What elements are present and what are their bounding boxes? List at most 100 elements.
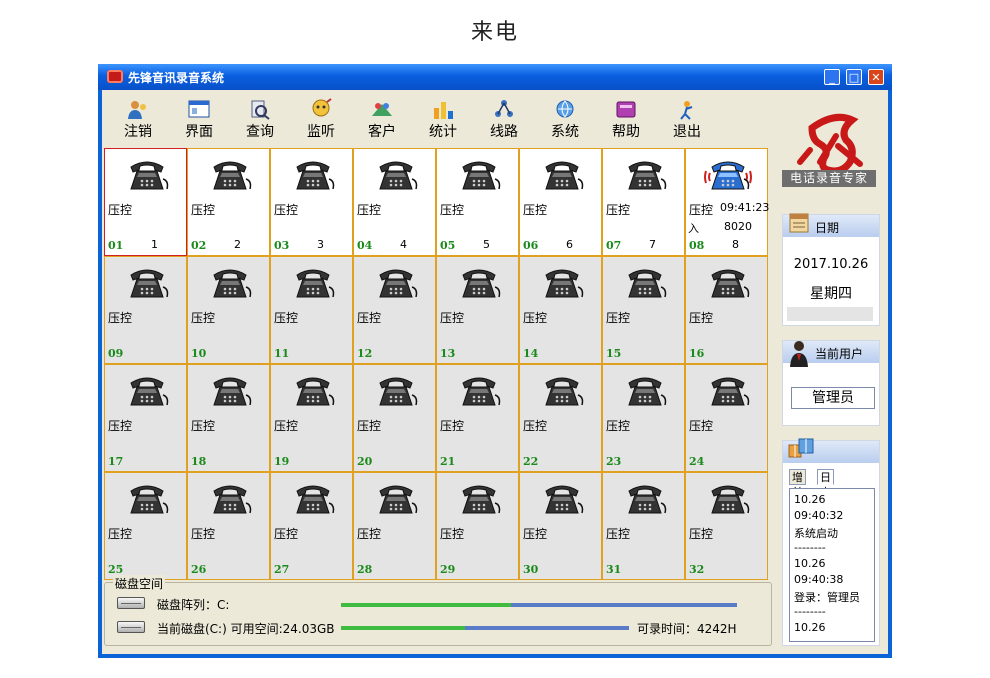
telephone-icon xyxy=(462,377,501,406)
channel-extension: 19 xyxy=(274,455,290,468)
telephone-icon xyxy=(711,269,750,298)
channel-line-number: 1 xyxy=(151,238,158,251)
channel-cell-28[interactable]: 压控 28 xyxy=(353,472,436,580)
channel-state: 压控 xyxy=(274,203,299,217)
title-bar[interactable]: 先锋音讯录音系统 _ □ ✕ xyxy=(98,64,892,90)
log-entry: 09:40:32 xyxy=(794,509,844,522)
logo-caption: 电话录音专家 xyxy=(782,170,876,187)
client-area: 注销 界面 查询 监听 客户 统计 线路 系统 帮助 退出 压控 01 1 压控 02 2 压控 03 3 压控 04… xyxy=(102,90,888,654)
disk-space-legend: 磁盘空间 xyxy=(113,575,166,592)
channel-cell-09[interactable]: 压控 09 xyxy=(104,256,187,364)
page-heading: 来电 xyxy=(470,20,519,45)
toolbar-button-interface[interactable]: 界面 xyxy=(169,98,229,141)
toolbar-button-exit[interactable]: 退出 xyxy=(657,98,717,141)
channel-cell-01[interactable]: 压控 01 1 xyxy=(104,148,187,256)
channel-cell-08[interactable]: 压控 08 8 09:41:23 入 8020 xyxy=(685,148,769,256)
toolbar-label: 帮助 xyxy=(612,124,640,140)
toolbar-button-monitor[interactable]: 监听 xyxy=(291,98,351,141)
log-list[interactable]: 10.26 09:40:32 系统启动 -------- 10.26 09:40:38 登录… xyxy=(789,488,875,642)
channel-line-number: 7 xyxy=(649,238,656,251)
channel-cell-24[interactable]: 压控 24 xyxy=(685,364,768,472)
app-window: 先锋音讯录音系统 _ □ ✕ 注销 界面 查询 监听 客户 统计 线路 系统 帮助 退出 压控 01… xyxy=(98,64,892,658)
channel-state: 压控 xyxy=(606,527,631,541)
channel-cell-15[interactable]: 压控 15 xyxy=(602,256,685,364)
current-weekday: 星期四 xyxy=(810,286,852,302)
toolbar-button-help[interactable]: 帮助 xyxy=(596,98,656,141)
toolbar-button-line[interactable]: 线路 xyxy=(474,98,534,141)
telephone-icon xyxy=(628,269,667,298)
channel-extension: 21 xyxy=(440,455,456,468)
toolbar-label: 查询 xyxy=(246,124,274,140)
toolbar-button-customer[interactable]: 客户 xyxy=(352,98,412,141)
telephone-icon xyxy=(545,377,584,406)
toolbar-button-logout-user[interactable]: 注销 xyxy=(108,98,168,141)
channel-cell-25[interactable]: 压控 25 xyxy=(104,472,187,580)
toolbar-button-query[interactable]: 查询 xyxy=(230,98,290,141)
close-button[interactable]: ✕ xyxy=(868,69,884,85)
channel-state: 压控 xyxy=(108,527,133,541)
channel-cell-31[interactable]: 压控 31 xyxy=(602,472,685,580)
date-title: 日期 xyxy=(815,221,840,235)
minimize-button[interactable]: _ xyxy=(824,69,840,85)
channel-cell-13[interactable]: 压控 13 xyxy=(436,256,519,364)
customer-icon xyxy=(372,103,392,116)
log-panel: 增益 日志 10.2609:40:32系统启动--------10.2609:4… xyxy=(782,438,880,646)
call-direction: 入 xyxy=(688,222,699,235)
tab-log[interactable]: 日志 xyxy=(817,469,834,499)
channel-cell-20[interactable]: 压控 20 xyxy=(353,364,436,472)
channel-state: 压控 xyxy=(357,203,382,217)
record-time-label: 可录时间：4242H xyxy=(637,622,737,636)
channel-extension: 04 xyxy=(357,239,373,252)
channel-cell-16[interactable]: 压控 16 xyxy=(685,256,768,364)
telephone-icon xyxy=(711,485,750,514)
channel-cell-26[interactable]: 压控 26 xyxy=(187,472,270,580)
channel-cell-32[interactable]: 压控 32 xyxy=(685,472,768,580)
telephone-icon xyxy=(462,485,501,514)
channel-state: 压控 xyxy=(191,311,216,325)
toolbar-label: 客户 xyxy=(368,124,396,140)
telephone-icon xyxy=(296,269,335,298)
system-icon xyxy=(556,100,574,118)
channel-cell-14[interactable]: 压控 14 xyxy=(519,256,602,364)
toolbar-label: 退出 xyxy=(673,124,701,140)
channel-cell-11[interactable]: 压控 11 xyxy=(270,256,353,364)
maximize-button[interactable]: □ xyxy=(846,69,862,85)
log-entry: -------- xyxy=(794,605,826,618)
channel-cell-05[interactable]: 压控 05 5 xyxy=(436,148,519,256)
tab-gain[interactable]: 增益 xyxy=(789,469,806,499)
disk-array-label: 磁盘阵列：C: xyxy=(157,598,230,612)
channel-cell-18[interactable]: 压控 18 xyxy=(187,364,270,472)
channel-cell-27[interactable]: 压控 27 xyxy=(270,472,353,580)
channel-cell-30[interactable]: 压控 30 xyxy=(519,472,602,580)
channel-cell-12[interactable]: 压控 12 xyxy=(353,256,436,364)
telephone-icon xyxy=(130,377,169,406)
channel-cell-23[interactable]: 压控 23 xyxy=(602,364,685,472)
channel-cell-10[interactable]: 压控 10 xyxy=(187,256,270,364)
toolbar-button-system[interactable]: 系统 xyxy=(535,98,595,141)
channel-extension: 23 xyxy=(606,455,622,468)
line-icon xyxy=(495,100,513,117)
channel-cell-17[interactable]: 压控 17 xyxy=(104,364,187,472)
telephone-icon xyxy=(711,377,750,406)
channel-state: 压控 xyxy=(357,527,382,541)
help-icon xyxy=(616,101,636,118)
current-disk-usage-bar xyxy=(341,626,629,630)
channel-state: 压控 xyxy=(108,311,133,325)
channel-state: 压控 xyxy=(274,311,299,325)
toolbar-button-statistics[interactable]: 统计 xyxy=(413,98,473,141)
current-disk-drive-icon xyxy=(117,621,145,633)
channel-cell-02[interactable]: 压控 02 2 xyxy=(187,148,270,256)
channel-extension: 29 xyxy=(440,563,456,576)
channel-cell-22[interactable]: 压控 22 xyxy=(519,364,602,472)
channel-cell-06[interactable]: 压控 06 6 xyxy=(519,148,602,256)
channel-extension: 08 xyxy=(689,239,705,252)
channel-grid: 压控 01 1 压控 02 2 压控 03 3 压控 04 4 压控 05 5 压控 06 6 压控 07 7 压控 08 8… xyxy=(104,148,769,580)
channel-state: 压控 xyxy=(440,527,465,541)
channel-cell-04[interactable]: 压控 04 4 xyxy=(353,148,436,256)
channel-cell-03[interactable]: 压控 03 3 xyxy=(270,148,353,256)
channel-cell-07[interactable]: 压控 07 7 xyxy=(602,148,685,256)
channel-cell-29[interactable]: 压控 29 xyxy=(436,472,519,580)
channel-cell-21[interactable]: 压控 21 xyxy=(436,364,519,472)
monitor-icon xyxy=(312,98,332,117)
channel-cell-19[interactable]: 压控 19 xyxy=(270,364,353,472)
